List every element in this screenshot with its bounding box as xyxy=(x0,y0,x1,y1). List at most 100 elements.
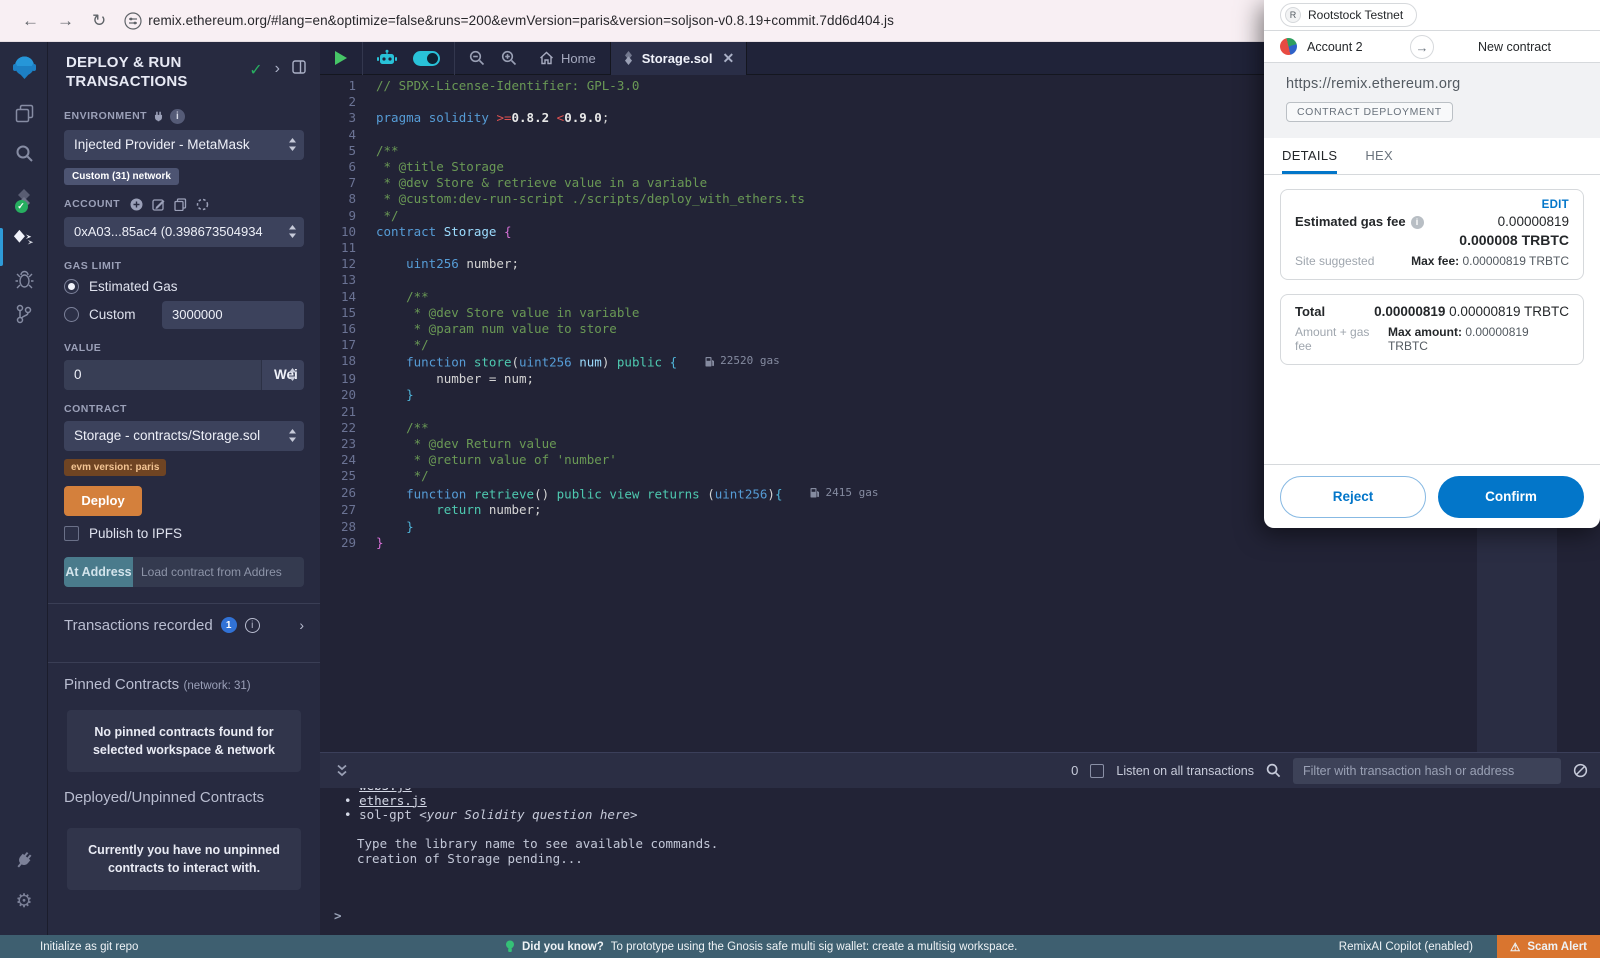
custom-gas-label: Custom xyxy=(89,307,136,322)
terminal-line xyxy=(344,823,1600,838)
clear-console-icon[interactable] xyxy=(1573,763,1588,778)
line-number: 23 xyxy=(320,436,376,452)
panel-title: DEPLOY & RUN TRANSACTIONS xyxy=(66,54,226,92)
unpinned-contracts-title: Deployed/Unpinned Contracts xyxy=(64,789,304,806)
environment-value: Injected Provider - MetaMask xyxy=(74,137,250,152)
collapse-terminal-icon[interactable] xyxy=(336,764,348,778)
compile-success-badge: ✓ xyxy=(15,200,28,213)
transactions-recorded-row[interactable]: Transactions recorded 1 i › xyxy=(64,617,304,634)
value-unit-select[interactable]: Wei xyxy=(261,360,304,390)
value-input[interactable] xyxy=(64,360,261,390)
terminal-toolbar: 0 Listen on all transactions xyxy=(320,752,1600,788)
at-address-button[interactable]: At Address xyxy=(64,557,133,587)
tip-bold: Did you know? xyxy=(522,941,604,953)
tab-storage-sol[interactable]: Storage.sol ✕ xyxy=(610,42,748,75)
add-account-icon[interactable] xyxy=(130,198,143,211)
zoom-out-icon[interactable] xyxy=(461,50,493,66)
back-icon[interactable]: ← xyxy=(22,11,39,31)
site-suggested-label: Site suggested xyxy=(1295,254,1374,268)
checkbox-icon[interactable] xyxy=(64,526,79,541)
tab-home[interactable]: Home xyxy=(525,42,610,75)
run-script-icon[interactable] xyxy=(320,50,356,66)
listen-checkbox[interactable] xyxy=(1090,764,1104,778)
estimated-gas-option[interactable]: Estimated Gas xyxy=(64,279,304,294)
deploy-run-icon[interactable] xyxy=(0,228,48,250)
copilot-toggle[interactable] xyxy=(405,51,448,66)
transactions-recorded-label: Transactions recorded xyxy=(64,617,213,634)
info-icon[interactable]: i xyxy=(245,618,260,633)
terminal-line[interactable]: • ethers.js xyxy=(344,794,1600,809)
gas-fee-currency: 0.000008 TRBTC xyxy=(1295,232,1569,248)
file-explorer-icon[interactable] xyxy=(0,104,48,123)
line-number: 11 xyxy=(320,240,376,256)
network-pill[interactable]: R Rootstock Testnet xyxy=(1280,3,1417,27)
tab-hex[interactable]: HEX xyxy=(1365,148,1393,174)
pin-panel-icon[interactable] xyxy=(292,60,306,92)
unpinned-empty-message: Currently you have no unpinned contracts… xyxy=(67,828,301,890)
site-settings-icon[interactable] xyxy=(124,12,142,30)
git-icon[interactable] xyxy=(0,304,48,324)
deploy-button[interactable]: Deploy xyxy=(64,486,142,516)
edit-gas-button[interactable]: EDIT xyxy=(1295,199,1569,211)
solidity-compiler-icon[interactable]: ✓ xyxy=(0,188,48,210)
contract-value: Storage - contracts/Storage.sol xyxy=(74,428,260,443)
sign-message-icon[interactable] xyxy=(152,198,165,211)
custom-gas-option[interactable]: Custom xyxy=(64,301,304,329)
line-number: 17 xyxy=(320,337,376,353)
amount-gas-label: Amount + gas fee xyxy=(1295,325,1388,353)
search-icon[interactable] xyxy=(0,144,48,163)
stepper-icon xyxy=(288,138,297,151)
terminal-output[interactable]: • web3.js• ethers.js• sol-gpt <your Soli… xyxy=(320,788,1600,935)
network-avatar: R xyxy=(1285,7,1301,23)
copy-account-icon[interactable] xyxy=(174,198,187,211)
radio-icon[interactable] xyxy=(64,307,79,322)
reload-icon[interactable]: ↻ xyxy=(92,11,106,31)
scam-alert-button[interactable]: ⚠ Scam Alert xyxy=(1497,935,1600,958)
tab-details[interactable]: DETAILS xyxy=(1282,148,1337,174)
publish-ipfs-option[interactable]: Publish to IPFS xyxy=(64,526,304,541)
info-icon[interactable]: i xyxy=(1411,216,1424,229)
total-amount-bold: 0.00000819 xyxy=(1374,304,1445,319)
gas-limit-label: GAS LIMIT xyxy=(64,260,304,272)
terminal-prompt[interactable]: > xyxy=(334,908,342,923)
at-address-input[interactable] xyxy=(133,557,304,587)
custom-gas-input[interactable] xyxy=(162,301,304,329)
line-number: 16 xyxy=(320,321,376,337)
chevron-right-icon[interactable]: › xyxy=(275,60,280,92)
reject-button[interactable]: Reject xyxy=(1280,476,1426,518)
info-icon[interactable]: i xyxy=(170,109,185,124)
publish-ipfs-label: Publish to IPFS xyxy=(89,526,182,541)
network-name: Rootstock Testnet xyxy=(1308,8,1403,22)
chevron-right-icon[interactable]: › xyxy=(299,617,304,633)
line-number: 21 xyxy=(320,404,376,420)
address-bar[interactable]: remix.ethereum.org/#lang=en&optimize=fal… xyxy=(148,13,894,28)
confirm-button[interactable]: Confirm xyxy=(1438,476,1584,518)
network-badge: Custom (31) network xyxy=(64,168,179,185)
line-number: 9 xyxy=(320,208,376,224)
terminal-line: • sol-gpt <your Solidity question here> xyxy=(344,808,1600,823)
debugger-icon[interactable] xyxy=(0,270,48,289)
line-number: 7 xyxy=(320,175,376,191)
line-number: 22 xyxy=(320,420,376,436)
line-number: 6 xyxy=(320,159,376,175)
total-amount: 0.00000819 TRBTC xyxy=(1449,304,1569,319)
from-account: Account 2 xyxy=(1307,40,1363,54)
copilot-status[interactable]: RemixAI Copilot (enabled) xyxy=(1339,941,1473,953)
plugin-manager-icon[interactable] xyxy=(0,850,48,870)
contract-select[interactable]: Storage - contracts/Storage.sol xyxy=(64,421,304,451)
terminal-filter-input[interactable] xyxy=(1293,758,1561,784)
git-init-button[interactable]: Initialize as git repo xyxy=(40,941,138,953)
stepper-icon xyxy=(288,225,297,238)
environment-select[interactable]: Injected Provider - MetaMask xyxy=(64,130,304,160)
forward-icon[interactable]: → xyxy=(57,11,74,31)
zoom-in-icon[interactable] xyxy=(493,50,525,66)
origin-url: https://remix.ethereum.org xyxy=(1286,76,1578,92)
settings-gear-icon[interactable]: ⚙ xyxy=(0,890,48,913)
remixai-robot-icon[interactable] xyxy=(369,49,405,67)
account-select[interactable]: 0xA03...85ac4 (0.398673504934 xyxy=(64,217,304,247)
line-number: 3 xyxy=(320,110,376,126)
close-tab-icon[interactable]: ✕ xyxy=(722,50,734,67)
max-fee-value: 0.00000819 TRBTC xyxy=(1462,254,1569,268)
radio-selected-icon[interactable] xyxy=(64,279,79,294)
value-label: VALUE xyxy=(64,342,304,354)
